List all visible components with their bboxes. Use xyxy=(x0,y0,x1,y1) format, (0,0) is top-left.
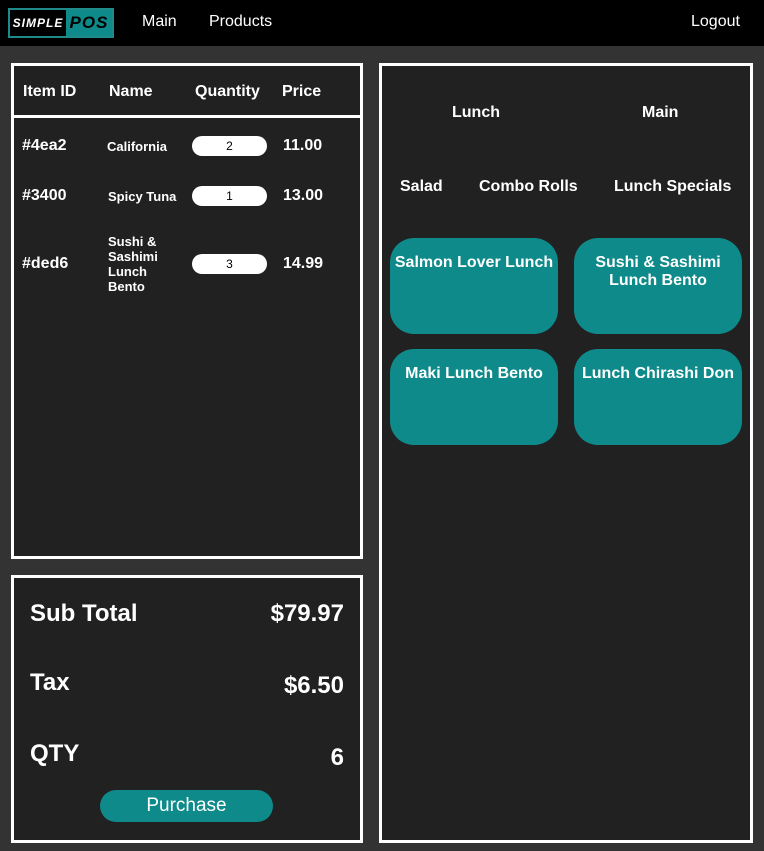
qty-value: 6 xyxy=(330,744,344,771)
menu-item-salmon-lover-lunch[interactable]: Salmon Lover Lunch xyxy=(390,238,558,334)
header-price: Price xyxy=(282,83,322,100)
cart-row-name: California xyxy=(107,139,167,154)
category-main[interactable]: Main xyxy=(642,104,678,122)
navbar: SIMPLE POS Main Products Logout xyxy=(0,0,764,46)
category-salad[interactable]: Salad xyxy=(400,178,443,196)
purchase-button[interactable]: Purchase xyxy=(100,790,273,822)
subtotal-label: Sub Total xyxy=(30,600,138,627)
logo-right-text: POS xyxy=(66,10,112,36)
cart-row-item-id: #4ea2 xyxy=(22,137,67,154)
cart-row-price: 13.00 xyxy=(283,187,324,204)
header-name: Name xyxy=(109,83,153,100)
menu-item-lunch-chirashi-don[interactable]: Lunch Chirashi Don xyxy=(574,349,742,445)
menu-panel: Lunch Main Salad Combo Rolls Lunch Speci… xyxy=(379,63,753,843)
cart-table-header: Item ID Name Quantity Price xyxy=(14,66,360,118)
cart-panel: Item ID Name Quantity Price #4ea2 Califo… xyxy=(11,63,363,559)
category-lunch[interactable]: Lunch xyxy=(452,104,500,122)
logout-link[interactable]: Logout xyxy=(691,13,740,31)
nav-products-link[interactable]: Products xyxy=(209,13,272,31)
simple-pos-logo[interactable]: SIMPLE POS xyxy=(8,8,114,38)
cart-row-name: Sushi & Sashimi Lunch Bento xyxy=(108,234,158,294)
tax-label: Tax xyxy=(30,669,70,696)
quantity-input[interactable] xyxy=(192,186,267,206)
nav-main-link[interactable]: Main xyxy=(142,13,177,31)
category-lunch-specials[interactable]: Lunch Specials xyxy=(614,178,731,196)
category-combo-rolls[interactable]: Combo Rolls xyxy=(479,178,578,196)
header-quantity: Quantity xyxy=(195,83,260,100)
cart-row-name: Spicy Tuna xyxy=(108,189,177,204)
quantity-input[interactable] xyxy=(192,254,267,274)
header-item-id: Item ID xyxy=(23,83,77,100)
cart-row-item-id: #3400 xyxy=(22,187,67,204)
menu-item-sushi-sashimi-lunch-bento[interactable]: Sushi & Sashimi Lunch Bento xyxy=(574,238,742,334)
qty-label: QTY xyxy=(30,740,80,767)
menu-item-maki-lunch-bento[interactable]: Maki Lunch Bento xyxy=(390,349,558,445)
tax-value: $6.50 xyxy=(283,672,344,699)
cart-row-price: 11.00 xyxy=(283,137,323,154)
totals-panel: Sub Total $79.97 Tax $6.50 QTY 6 Purchas… xyxy=(11,575,363,843)
logo-left-text: SIMPLE xyxy=(10,10,66,36)
cart-row-price: 14.99 xyxy=(283,255,324,272)
quantity-input[interactable] xyxy=(192,136,267,156)
subtotal-value: $79.97 xyxy=(270,600,344,627)
cart-row-item-id: #ded6 xyxy=(22,255,69,272)
